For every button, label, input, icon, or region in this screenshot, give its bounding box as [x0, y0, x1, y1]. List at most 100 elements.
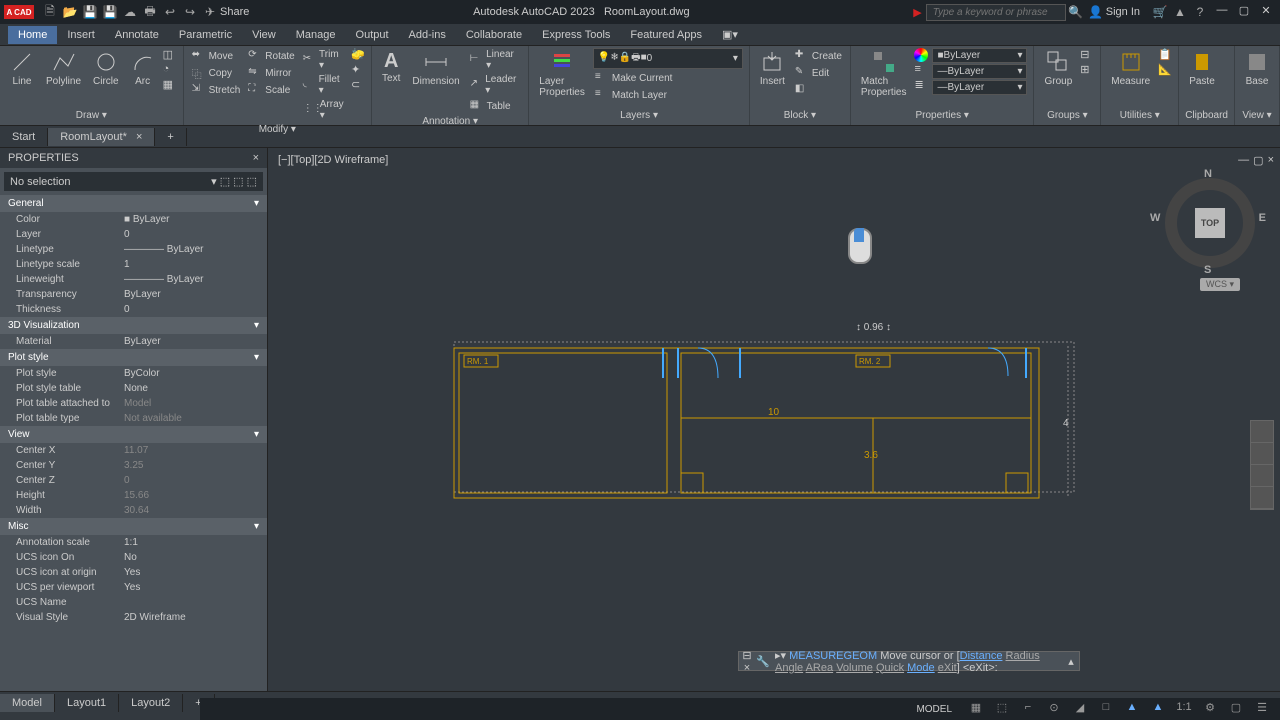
- panel-utilities-title[interactable]: Utilities ▾: [1107, 108, 1172, 123]
- props-close-icon[interactable]: ×: [253, 152, 259, 164]
- cmd-opt[interactable]: Volume: [836, 662, 873, 674]
- match-layer-button[interactable]: ≡Match Layer: [593, 87, 743, 103]
- cmd-opt[interactable]: ARea: [806, 662, 834, 674]
- wcs-label[interactable]: WCS ▾: [1200, 278, 1240, 291]
- compass-e[interactable]: E: [1259, 212, 1266, 224]
- dimension-button[interactable]: Dimension: [408, 48, 463, 89]
- ungroup-icon[interactable]: ⊟: [1080, 48, 1094, 62]
- make-current-button[interactable]: ≡Make Current: [593, 70, 743, 86]
- props-section-plot[interactable]: Plot style▾: [0, 349, 267, 366]
- props-row[interactable]: UCS icon at originYes: [0, 565, 267, 580]
- settings-icon[interactable]: ☰: [1252, 701, 1272, 717]
- leader-button[interactable]: ↗Leader ▾: [468, 73, 523, 97]
- array-button[interactable]: ⋮⋮Array ▾: [301, 98, 347, 122]
- gear-icon[interactable]: ⚙: [1200, 701, 1220, 717]
- props-row[interactable]: Plot table attached toModel: [0, 396, 267, 411]
- linear-button[interactable]: ⊢Linear ▾: [468, 48, 523, 72]
- panel-annotation-title[interactable]: Annotation ▾: [378, 114, 522, 129]
- props-section-view[interactable]: View▾: [0, 426, 267, 443]
- snap-icon[interactable]: ⬚: [992, 701, 1012, 717]
- text-button[interactable]: AText: [378, 48, 404, 86]
- props-row[interactable]: Plot styleByColor: [0, 366, 267, 381]
- panel-draw-title[interactable]: Draw ▾: [6, 108, 177, 123]
- linetype-dropdown[interactable]: — ByLayer▾: [932, 64, 1027, 79]
- annoscale2-icon[interactable]: ▲: [1148, 701, 1168, 717]
- cmd-opt[interactable]: Angle: [775, 662, 803, 674]
- redo-icon[interactable]: ↪: [182, 4, 198, 20]
- edit-block-button[interactable]: ✎Edit: [793, 65, 844, 81]
- cmd-opt[interactable]: eXit: [938, 662, 957, 674]
- tab-model[interactable]: Model: [0, 694, 55, 712]
- layer-dropdown[interactable]: 💡❄🔒🖶■ 0▾: [593, 48, 743, 69]
- menu-express[interactable]: Express Tools: [532, 26, 620, 44]
- menu-featured[interactable]: Featured Apps: [620, 26, 712, 44]
- ortho-icon[interactable]: ⌐: [1018, 701, 1038, 717]
- osnap-icon[interactable]: □: [1096, 701, 1116, 717]
- panel-layers-title[interactable]: Layers ▾: [535, 108, 743, 123]
- props-row[interactable]: Plot style tableNone: [0, 381, 267, 396]
- lineweight-dropdown[interactable]: — ByLayer▾: [932, 80, 1027, 95]
- play-icon[interactable]: ▶: [913, 6, 921, 19]
- props-row[interactable]: Width30.64: [0, 503, 267, 518]
- status-model[interactable]: MODEL: [916, 704, 952, 715]
- scale-icon[interactable]: 1:1: [1174, 701, 1194, 717]
- undo-icon[interactable]: ↩: [162, 4, 178, 20]
- misc-draw-icon3[interactable]: ▦: [163, 78, 177, 92]
- props-row[interactable]: Lineweight———— ByLayer: [0, 272, 267, 287]
- circle-button[interactable]: Circle: [89, 48, 123, 89]
- insert-button[interactable]: Insert: [756, 48, 789, 89]
- nav-orbit-icon[interactable]: [1251, 487, 1273, 509]
- misc-draw-icon[interactable]: ◫: [163, 48, 177, 62]
- props-row[interactable]: Height15.66: [0, 488, 267, 503]
- scale-button[interactable]: ⛶Scale: [246, 82, 296, 98]
- stretch-button[interactable]: ⇲Stretch: [190, 82, 243, 98]
- close-button[interactable]: ✕: [1256, 4, 1276, 20]
- menu-home[interactable]: Home: [8, 26, 57, 44]
- open-icon[interactable]: 📂: [62, 4, 78, 20]
- compass-n[interactable]: N: [1204, 168, 1212, 180]
- props-row[interactable]: Linetype scale1: [0, 257, 267, 272]
- print-icon[interactable]: 🖶: [142, 4, 158, 20]
- layer-props-button[interactable]: Layer Properties: [535, 48, 589, 100]
- props-row[interactable]: Color■ ByLayer: [0, 212, 267, 227]
- mirror-button[interactable]: ⇋Mirror: [246, 65, 296, 81]
- tab-add-button[interactable]: +: [155, 128, 186, 146]
- grid-icon[interactable]: ▦: [966, 701, 986, 717]
- menu-parametric[interactable]: Parametric: [169, 26, 242, 44]
- props-row[interactable]: TransparencyByLayer: [0, 287, 267, 302]
- menu-addins[interactable]: Add-ins: [399, 26, 456, 44]
- compass-w[interactable]: W: [1150, 212, 1160, 224]
- props-row[interactable]: UCS per viewportYes: [0, 580, 267, 595]
- cloud-icon[interactable]: ☁: [122, 4, 138, 20]
- linetype-icon[interactable]: ≡: [914, 63, 928, 77]
- polar-icon[interactable]: ⊙: [1044, 701, 1064, 717]
- cmd-up-icon[interactable]: ▴: [1063, 655, 1079, 668]
- share-icon[interactable]: ✈: [202, 4, 218, 20]
- cart-icon[interactable]: 🛒: [1152, 4, 1168, 20]
- tab-start[interactable]: Start: [0, 128, 48, 146]
- save-icon[interactable]: 💾: [82, 4, 98, 20]
- explode-icon[interactable]: ✦: [351, 63, 365, 77]
- trim-button[interactable]: ✂Trim ▾: [301, 48, 347, 72]
- props-row[interactable]: Center Z0: [0, 473, 267, 488]
- menu-view[interactable]: View: [242, 26, 286, 44]
- compass-s[interactable]: S: [1204, 264, 1211, 276]
- saveas-icon[interactable]: 💾: [102, 4, 118, 20]
- util-icon2[interactable]: 📐: [1158, 63, 1172, 77]
- props-section-viz[interactable]: 3D Visualization▾: [0, 317, 267, 334]
- lineweight-icon[interactable]: ≣: [914, 78, 928, 92]
- panel-modify-title[interactable]: Modify ▾: [190, 122, 365, 137]
- props-section-misc[interactable]: Misc▾: [0, 518, 267, 535]
- minimize-button[interactable]: —: [1212, 4, 1232, 20]
- cmd-opt[interactable]: Radius: [1006, 650, 1040, 662]
- copy-button[interactable]: ⿻Copy: [190, 65, 243, 81]
- panel-view-title[interactable]: View ▾: [1241, 108, 1273, 123]
- props-row[interactable]: Center X11.07: [0, 443, 267, 458]
- search-input[interactable]: [926, 4, 1066, 21]
- menu-manage[interactable]: Manage: [286, 26, 346, 44]
- maximize-button[interactable]: ▢: [1234, 4, 1254, 20]
- search-icon[interactable]: 🔍: [1068, 4, 1084, 20]
- group-button[interactable]: Group: [1040, 48, 1076, 89]
- navigation-bar[interactable]: [1250, 420, 1274, 510]
- share-label[interactable]: Share: [220, 6, 249, 18]
